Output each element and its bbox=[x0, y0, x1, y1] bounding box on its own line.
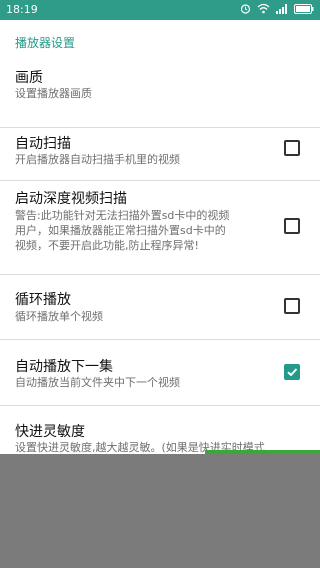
pref-summary-line: 警告:此功能针对无法扫描外置sd卡中的视频 bbox=[15, 209, 230, 222]
dim-overlay[interactable] bbox=[0, 454, 320, 568]
pref-title: 快进灵敏度 bbox=[15, 424, 85, 440]
pref-summary: 循环播放单个视频 bbox=[15, 310, 103, 323]
pref-summary-line: 视频，不要开启此功能,防止程序异常! bbox=[15, 239, 199, 252]
pref-deep-scan[interactable]: 启动深度视频扫描 警告:此功能针对无法扫描外置sd卡中的视频 用户，如果播放器能… bbox=[0, 181, 320, 275]
pref-summary: 开启播放器自动扫描手机里的视频 bbox=[15, 153, 180, 166]
loop-play-checkbox[interactable] bbox=[284, 298, 300, 314]
autoplay-next-checkbox[interactable] bbox=[284, 364, 300, 380]
pref-seek-sensitivity[interactable]: 快进灵敏度 设置快进灵敏度,越大越灵敏。(如果是快进实时模式 bbox=[0, 406, 320, 454]
pref-summary-line: 用户，如果播放器能正常扫描外置sd卡中的 bbox=[15, 224, 226, 237]
wifi-icon bbox=[257, 3, 270, 14]
pref-loop-play[interactable]: 循环播放 循环播放单个视频 bbox=[0, 275, 320, 340]
signal-icon bbox=[276, 3, 288, 14]
battery-icon bbox=[294, 3, 314, 14]
checkmark-icon bbox=[287, 368, 298, 377]
pref-summary: 设置播放器画质 bbox=[15, 87, 92, 100]
pref-summary: 自动播放当前文件夹中下一个视频 bbox=[15, 376, 180, 389]
pref-title: 画质 bbox=[15, 70, 43, 86]
pref-title: 启动深度视频扫描 bbox=[15, 191, 127, 207]
pref-title: 自动扫描 bbox=[15, 136, 71, 152]
pref-autoplay-next[interactable]: 自动播放下一集 自动播放当前文件夹中下一个视频 bbox=[0, 340, 320, 406]
section-header: 播放器设置 bbox=[15, 36, 76, 50]
deep-scan-checkbox[interactable] bbox=[284, 218, 300, 234]
alarm-icon bbox=[240, 3, 251, 14]
pref-title: 自动播放下一集 bbox=[15, 359, 113, 375]
status-bar: 18:19 bbox=[0, 0, 320, 20]
pref-title: 循环播放 bbox=[15, 292, 71, 308]
pref-auto-scan[interactable]: 自动扫描 开启播放器自动扫描手机里的视频 bbox=[0, 128, 320, 181]
status-icons bbox=[240, 3, 314, 14]
auto-scan-checkbox[interactable] bbox=[284, 140, 300, 156]
settings-list: 播放器设置 画质 设置播放器画质 自动扫描 开启播放器自动扫描手机里的视频 启动… bbox=[0, 20, 320, 454]
pref-quality[interactable]: 画质 设置播放器画质 bbox=[0, 60, 320, 128]
status-time: 18:19 bbox=[6, 3, 38, 16]
